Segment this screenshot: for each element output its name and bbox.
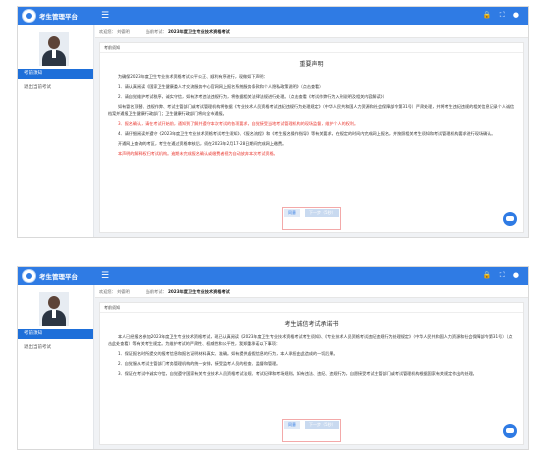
logo-icon [22,269,36,283]
next-step-button[interactable]: 下一步（5秒） [305,209,340,217]
sidebar-item-exit-exam[interactable]: 退出当前考试 [18,83,93,93]
paragraph: 开通网上查询的考区，考生在通过资格审核后，须在2023年2月17-28日期间完成… [118,141,287,146]
paragraph: 3．保证在考试中诚实守信，自觉遵守国家有关专业技术人员资格考试法规、考试纪律和考… [118,371,477,376]
button-row: 同意 下一步（5秒） [100,419,523,442]
sidebar-item-exam-notice[interactable]: 考前须知 [18,69,93,79]
app-title: 考生管理平台 [39,273,78,281]
agree-button[interactable]: 同意 [283,421,300,429]
panel-header: 考前须知 [100,303,523,313]
top-bar: 考生管理平台 ☰ 🔒 ⛶ ● [18,7,528,25]
sidebar-item-exam-notice[interactable]: 考前须知 [18,329,93,339]
panel-header: 考前须知 [100,43,523,53]
agree-button[interactable]: 同意 [283,209,300,217]
button-row: 同意 下一步（5秒） [100,207,523,230]
sidebar: 考前须知 退出当前考试 [18,25,94,237]
current-exam-name: 2023年度卫生专业技术资格考试 [167,29,230,34]
toolbar-icons[interactable]: 🔒 ⛶ ● [483,11,522,20]
declaration-panel: 考前须知 重要声明 为确保2023年度卫生专业技术资格考试公平公正、顺利有序进行… [99,42,524,233]
paragraph: 4．请仔细阅读并遵守《2023年度卫生专业技术资格考试考生须知》、《报名流程》和… [118,131,496,136]
app-title: 考生管理平台 [39,13,78,21]
paragraph: 2．自觉服从考试主管部门考务管理机构的统一安排，接受监考人员的检查、监督和管理。 [118,361,281,366]
button-group: 同意 下一步（5秒） [281,207,342,230]
sidebar: 考前须知 退出当前考试 [18,285,94,449]
current-exam-name: 2023年度卫生专业技术资格考试 [167,289,230,294]
paragraph: 如有冒名顶替、违规作弊、考试主管部门或考试管理机构将依据《专业技术人员资格考试违… [108,104,515,116]
avatar [39,292,69,326]
breadcrumb: 欢迎您： 刘德明 当前考试： 2023年度卫生专业技术资格考试 [95,25,528,38]
toolbar-icons[interactable]: 🔒 ⛶ ● [483,271,522,280]
avatar [39,32,69,66]
breadcrumb: 欢迎您： 刘德明 当前考试： 2023年度卫生专业技术资格考试 [95,285,528,298]
screenshot-declaration: 考生管理平台 ☰ 🔒 ⛶ ● 考前须知 退出当前考试 欢迎您： 刘德明 当前考试：… [17,6,529,238]
pledge-panel: 考前须知 考生诚信考试承诺书 本人已经报名参加2023年度卫生专业技术资格考试，… [99,302,524,445]
top-bar: 考生管理平台 ☰ 🔒 ⛶ ● [18,267,528,285]
chat-support-icon[interactable] [503,424,517,438]
next-step-button[interactable]: 下一步（5秒） [305,421,340,429]
paragraph: 为确保2023年度卫生专业技术资格考试公平公正、顺利有序进行，现做如下声明： [118,74,268,79]
welcome-text: 欢迎您： 刘德明 [99,289,130,294]
paragraph-warning: 本声明的解释权归考试机构。逾期未完成报名确认或缴费者视为自动放弃本次考试资格。 [118,151,278,156]
paragraph: 1．请认真阅读《国家卫生健康委人才交流服务中心官网网上报名系统服务条款和个人隐私… [118,84,324,89]
document-title: 重要声明 [299,61,324,68]
welcome-text: 欢迎您： 刘德明 [99,29,130,34]
current-exam-label: 当前考试： [145,289,167,294]
document-title: 考生诚信考试承诺书 [284,321,339,328]
paragraph: 2．请自觉维护考试秩序，诚实守信，如有涉考违法违规行为，将依据相关法律法规进行处… [118,94,387,99]
paragraph: 1．保证报名时所提交的报考信息和报名证明材料真实、准确。如有提供虚假信息的行为，… [118,351,338,356]
button-group: 同意 下一步（5秒） [281,419,342,442]
sidebar-item-exit-exam[interactable]: 退出当前考试 [18,343,93,353]
paragraph: 本人已经报名参加2023年度卫生专业技术资格考试，现已认真阅读《2023年度卫生… [108,334,513,346]
current-exam-label: 当前考试： [145,29,167,34]
paragraph-warning: 3．报名确认，请在考试开始前，通知到了解并遵守本次考试的各项要求，自觉接受当地考… [118,121,359,126]
screenshot-pledge: 考生管理平台 ☰ 🔒 ⛶ ● 考前须知 退出当前考试 欢迎您： 刘德明 当前考试：… [17,266,529,450]
menu-toggle-icon[interactable]: ☰ [101,270,109,282]
menu-toggle-icon[interactable]: ☰ [101,10,109,22]
chat-support-icon[interactable] [503,212,517,226]
logo-icon [22,9,36,23]
